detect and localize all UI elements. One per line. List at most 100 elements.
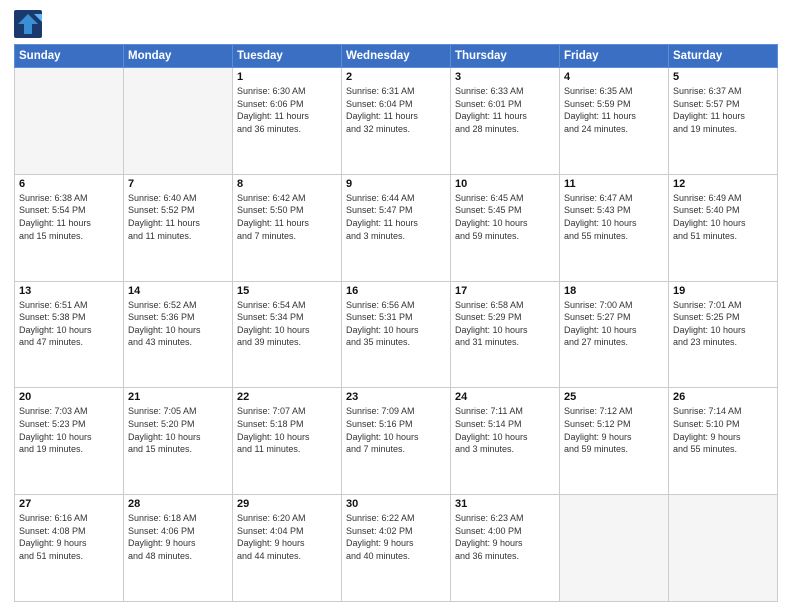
- calendar-cell: [124, 68, 233, 175]
- day-info: Sunrise: 6:30 AM Sunset: 6:06 PM Dayligh…: [237, 85, 337, 135]
- calendar-week-row: 27 Sunrise: 6:16 AM Sunset: 4:08 PM Dayli…: [15, 495, 778, 602]
- day-number: 17: [455, 285, 555, 297]
- day-number: 24: [455, 391, 555, 403]
- day-info: Sunrise: 6:58 AM Sunset: 5:29 PM Dayligh…: [455, 299, 555, 349]
- calendar-cell: 28Sunrise: 6:18 AM Sunset: 4:06 PM Dayli…: [124, 495, 233, 602]
- day-number: 25: [564, 391, 664, 403]
- calendar-cell: 1 Sunrise: 6:30 AM Sunset: 6:06 PM Daylig…: [233, 68, 342, 175]
- calendar-cell: 23Sunrise: 7:09 AM Sunset: 5:16 PM Dayli…: [342, 388, 451, 495]
- calendar-header-row: SundayMondayTuesdayWednesdayThursdayFrid…: [15, 45, 778, 68]
- day-info: Sunrise: 6:51 AM Sunset: 5:38 PM Dayligh…: [19, 299, 119, 349]
- logo-icon: [14, 10, 42, 38]
- day-number: 4: [564, 71, 664, 83]
- day-info: Sunrise: 6:22 AM Sunset: 4:02 PM Dayligh…: [346, 512, 446, 562]
- day-info: Sunrise: 6:38 AM Sunset: 5:54 PM Dayligh…: [19, 192, 119, 242]
- calendar-cell: 16 Sunrise: 6:56 AM Sunset: 5:31 PM Dayli…: [342, 281, 451, 388]
- calendar-cell: 27 Sunrise: 6:16 AM Sunset: 4:08 PM Dayli…: [15, 495, 124, 602]
- day-number: 11: [564, 178, 664, 190]
- weekday-header: Saturday: [669, 45, 778, 68]
- calendar-week-row: 13 Sunrise: 6:51 AM Sunset: 5:38 PM Dayli…: [15, 281, 778, 388]
- calendar-cell: 17 Sunrise: 6:58 AM Sunset: 5:29 PM Dayli…: [451, 281, 560, 388]
- day-number: 7: [128, 178, 228, 190]
- calendar-cell: 8Sunrise: 6:42 AM Sunset: 5:50 PM Daylig…: [233, 174, 342, 281]
- day-info: Sunrise: 6:45 AM Sunset: 5:45 PM Dayligh…: [455, 192, 555, 242]
- calendar: SundayMondayTuesdayWednesdayThursdayFrid…: [14, 44, 778, 602]
- calendar-cell: 22 Sunrise: 7:07 AM Sunset: 5:18 PM Dayli…: [233, 388, 342, 495]
- calendar-week-row: 1 Sunrise: 6:30 AM Sunset: 6:06 PM Daylig…: [15, 68, 778, 175]
- day-number: 1: [237, 71, 337, 83]
- calendar-cell: [669, 495, 778, 602]
- calendar-cell: 19 Sunrise: 7:01 AM Sunset: 5:25 PM Dayli…: [669, 281, 778, 388]
- day-info: Sunrise: 7:01 AM Sunset: 5:25 PM Dayligh…: [673, 299, 773, 349]
- calendar-cell: 5 Sunrise: 6:37 AM Sunset: 5:57 PM Daylig…: [669, 68, 778, 175]
- day-number: 8: [237, 178, 337, 190]
- day-info: Sunrise: 6:44 AM Sunset: 5:47 PM Dayligh…: [346, 192, 446, 242]
- day-number: 21: [128, 391, 228, 403]
- calendar-week-row: 20 Sunrise: 7:03 AM Sunset: 5:23 PM Dayli…: [15, 388, 778, 495]
- day-info: Sunrise: 6:40 AM Sunset: 5:52 PM Dayligh…: [128, 192, 228, 242]
- day-info: Sunrise: 7:12 AM Sunset: 5:12 PM Dayligh…: [564, 405, 664, 455]
- day-number: 30: [346, 498, 446, 510]
- calendar-cell: 6Sunrise: 6:38 AM Sunset: 5:54 PM Daylig…: [15, 174, 124, 281]
- calendar-cell: 30 Sunrise: 6:22 AM Sunset: 4:02 PM Dayli…: [342, 495, 451, 602]
- calendar-cell: 4 Sunrise: 6:35 AM Sunset: 5:59 PM Daylig…: [560, 68, 669, 175]
- page: SundayMondayTuesdayWednesdayThursdayFrid…: [0, 0, 792, 612]
- logo: [14, 10, 46, 38]
- day-number: 2: [346, 71, 446, 83]
- calendar-cell: 12 Sunrise: 6:49 AM Sunset: 5:40 PM Dayli…: [669, 174, 778, 281]
- day-info: Sunrise: 6:16 AM Sunset: 4:08 PM Dayligh…: [19, 512, 119, 562]
- day-number: 5: [673, 71, 773, 83]
- day-number: 22: [237, 391, 337, 403]
- day-info: Sunrise: 6:52 AM Sunset: 5:36 PM Dayligh…: [128, 299, 228, 349]
- day-info: Sunrise: 6:35 AM Sunset: 5:59 PM Dayligh…: [564, 85, 664, 135]
- day-info: Sunrise: 7:11 AM Sunset: 5:14 PM Dayligh…: [455, 405, 555, 455]
- weekday-header: Friday: [560, 45, 669, 68]
- weekday-header: Monday: [124, 45, 233, 68]
- calendar-cell: 14 Sunrise: 6:52 AM Sunset: 5:36 PM Dayli…: [124, 281, 233, 388]
- day-number: 16: [346, 285, 446, 297]
- calendar-cell: 7 Sunrise: 6:40 AM Sunset: 5:52 PM Daylig…: [124, 174, 233, 281]
- day-info: Sunrise: 6:37 AM Sunset: 5:57 PM Dayligh…: [673, 85, 773, 135]
- day-info: Sunrise: 6:49 AM Sunset: 5:40 PM Dayligh…: [673, 192, 773, 242]
- day-number: 19: [673, 285, 773, 297]
- calendar-cell: 31Sunrise: 6:23 AM Sunset: 4:00 PM Dayli…: [451, 495, 560, 602]
- day-info: Sunrise: 6:47 AM Sunset: 5:43 PM Dayligh…: [564, 192, 664, 242]
- calendar-cell: [15, 68, 124, 175]
- day-number: 20: [19, 391, 119, 403]
- calendar-cell: 9 Sunrise: 6:44 AM Sunset: 5:47 PM Daylig…: [342, 174, 451, 281]
- day-info: Sunrise: 6:31 AM Sunset: 6:04 PM Dayligh…: [346, 85, 446, 135]
- day-number: 15: [237, 285, 337, 297]
- header: [14, 10, 778, 38]
- day-info: Sunrise: 6:20 AM Sunset: 4:04 PM Dayligh…: [237, 512, 337, 562]
- calendar-cell: 15 Sunrise: 6:54 AM Sunset: 5:34 PM Dayli…: [233, 281, 342, 388]
- calendar-cell: 26 Sunrise: 7:14 AM Sunset: 5:10 PM Dayli…: [669, 388, 778, 495]
- day-info: Sunrise: 7:00 AM Sunset: 5:27 PM Dayligh…: [564, 299, 664, 349]
- day-number: 18: [564, 285, 664, 297]
- calendar-cell: [560, 495, 669, 602]
- weekday-header: Thursday: [451, 45, 560, 68]
- day-info: Sunrise: 6:56 AM Sunset: 5:31 PM Dayligh…: [346, 299, 446, 349]
- day-info: Sunrise: 7:03 AM Sunset: 5:23 PM Dayligh…: [19, 405, 119, 455]
- day-number: 13: [19, 285, 119, 297]
- day-number: 3: [455, 71, 555, 83]
- day-number: 10: [455, 178, 555, 190]
- day-info: Sunrise: 6:23 AM Sunset: 4:00 PM Dayligh…: [455, 512, 555, 562]
- day-info: Sunrise: 6:33 AM Sunset: 6:01 PM Dayligh…: [455, 85, 555, 135]
- calendar-cell: 3 Sunrise: 6:33 AM Sunset: 6:01 PM Daylig…: [451, 68, 560, 175]
- calendar-cell: 2 Sunrise: 6:31 AM Sunset: 6:04 PM Daylig…: [342, 68, 451, 175]
- day-number: 27: [19, 498, 119, 510]
- day-number: 12: [673, 178, 773, 190]
- day-info: Sunrise: 6:54 AM Sunset: 5:34 PM Dayligh…: [237, 299, 337, 349]
- day-number: 9: [346, 178, 446, 190]
- calendar-week-row: 6Sunrise: 6:38 AM Sunset: 5:54 PM Daylig…: [15, 174, 778, 281]
- calendar-cell: 25 Sunrise: 7:12 AM Sunset: 5:12 PM Dayli…: [560, 388, 669, 495]
- day-info: Sunrise: 7:14 AM Sunset: 5:10 PM Dayligh…: [673, 405, 773, 455]
- calendar-cell: 20 Sunrise: 7:03 AM Sunset: 5:23 PM Dayli…: [15, 388, 124, 495]
- day-number: 26: [673, 391, 773, 403]
- day-info: Sunrise: 6:18 AM Sunset: 4:06 PM Dayligh…: [128, 512, 228, 562]
- day-number: 14: [128, 285, 228, 297]
- day-info: Sunrise: 7:07 AM Sunset: 5:18 PM Dayligh…: [237, 405, 337, 455]
- weekday-header: Sunday: [15, 45, 124, 68]
- calendar-cell: 10 Sunrise: 6:45 AM Sunset: 5:45 PM Dayli…: [451, 174, 560, 281]
- day-number: 23: [346, 391, 446, 403]
